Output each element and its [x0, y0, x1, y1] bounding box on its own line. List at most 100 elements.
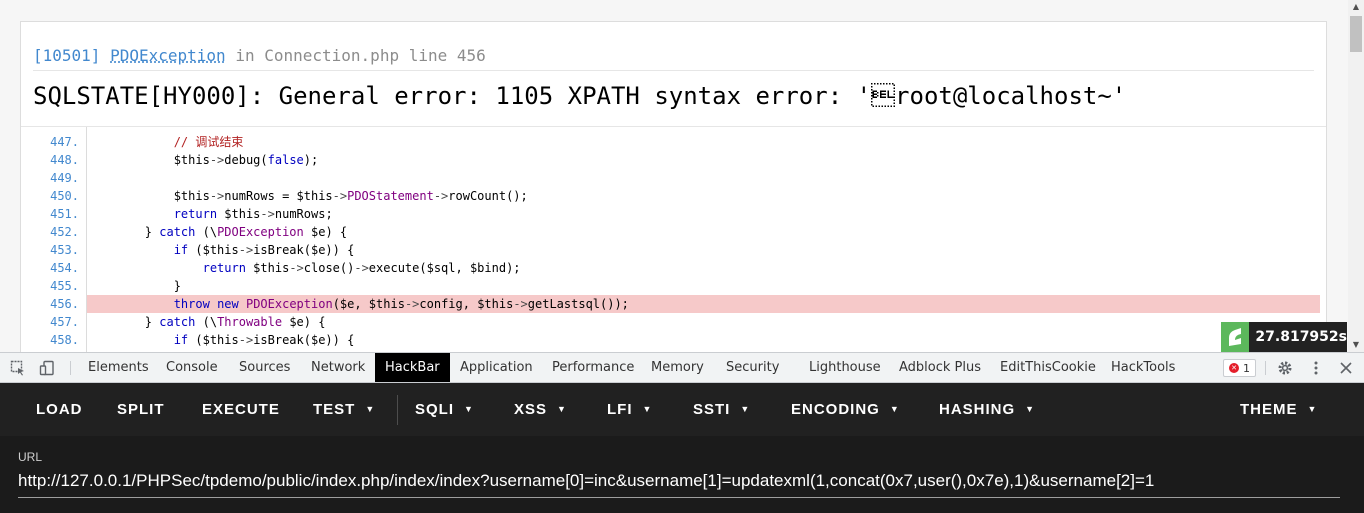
theme-menu-button[interactable]: THEME ▼ — [1240, 383, 1317, 436]
code-line: 452. } catch (\PDOException $e) { — [21, 223, 1326, 241]
gear-icon[interactable] — [1276, 360, 1294, 376]
highlighted-code-line: 456. throw new PDOException($e, $this->c… — [21, 295, 1326, 313]
tab-lighthouse[interactable]: Lighthouse — [809, 353, 881, 382]
sqli-menu-button[interactable]: SQLI ▼ — [415, 383, 474, 436]
error-icon: ✕ — [1229, 363, 1239, 373]
devtools-tab-bar: Elements Console Sources Network HackBar… — [0, 353, 1364, 383]
chevron-down-icon: ▼ — [1307, 404, 1318, 414]
code-line: 454. return $this->close()->execute($sql… — [21, 259, 1326, 277]
load-button[interactable]: LOAD — [36, 383, 83, 436]
code-text: if ($this->isBreak($e)) { — [173, 243, 355, 257]
line-number: 454. — [50, 261, 79, 275]
kebab-menu-icon[interactable] — [1307, 360, 1325, 376]
line-number: 458. — [50, 333, 79, 347]
encoding-menu-button[interactable]: ENCODING ▼ — [791, 383, 900, 436]
device-toolbar-icon[interactable] — [38, 360, 56, 376]
hackbar-panel: LOAD SPLIT EXECUTE TEST ▼ SQLI ▼ XSS ▼ LFI ▼… — [0, 383, 1364, 513]
code-text: return $this->close()->execute($sql, $bi… — [202, 261, 521, 275]
devtools-panel: Elements Console Sources Network HackBar… — [0, 352, 1364, 513]
source-code-block: 447. // 调试结束 448. $this->debug(false); 449… — [21, 126, 1326, 352]
load-button-label: LOAD — [36, 401, 83, 418]
tab-console[interactable]: Console — [166, 353, 218, 382]
tab-security[interactable]: Security — [726, 353, 779, 382]
xss-menu-button[interactable]: XSS ▼ — [514, 383, 567, 436]
exception-in-word: in — [235, 46, 255, 65]
line-number: 449. — [50, 171, 79, 185]
code-text: // 调试结束 — [87, 135, 244, 149]
code-text: } catch (\PDOException $e) { — [87, 225, 348, 239]
page-viewport: [10501] PDOException in Connection.php l… — [0, 0, 1348, 352]
code-text: } catch (\Throwable $e) { — [87, 315, 326, 329]
close-icon[interactable] — [1337, 360, 1355, 376]
exception-line: line 456 — [408, 46, 486, 65]
line-number: 452. — [50, 225, 79, 239]
lfi-menu-button[interactable]: LFI ▼ — [607, 383, 652, 436]
tab-performance[interactable]: Performance — [552, 353, 634, 382]
exception-class-link[interactable]: PDOException — [110, 46, 226, 65]
tab-memory[interactable]: Memory — [651, 353, 704, 382]
line-number: 457. — [50, 315, 79, 329]
line-number: 447. — [50, 135, 79, 149]
scroll-down-arrow-icon[interactable]: ▼ — [1348, 338, 1364, 352]
inspect-element-icon[interactable] — [9, 360, 27, 376]
exception-panel: [10501] PDOException in Connection.php l… — [20, 21, 1327, 352]
header-separator — [33, 70, 1314, 71]
code-text: throw new PDOException($e, $this->config… — [87, 295, 1320, 313]
code-text: return $this->numRows; — [173, 207, 333, 221]
hackbar-toolbar: LOAD SPLIT EXECUTE TEST ▼ SQLI ▼ XSS ▼ LFI ▼… — [0, 383, 1364, 436]
lfi-button-label: LFI — [607, 401, 633, 418]
execute-button-label: EXECUTE — [202, 401, 280, 418]
line-number: 455. — [50, 279, 79, 293]
hackbar-body: URL http://127.0.0.1/PHPSec/tpdemo/publi… — [0, 436, 1364, 513]
error-count-badge[interactable]: ✕ 1 — [1223, 359, 1256, 377]
code-text: $this->debug(false); — [87, 153, 319, 167]
xss-button-label: XSS — [514, 401, 548, 418]
line-number: 456. — [50, 297, 79, 311]
tab-elements[interactable]: Elements — [88, 353, 149, 382]
error-count: 1 — [1243, 361, 1250, 375]
split-button[interactable]: SPLIT — [117, 383, 165, 436]
exception-header: [10501] PDOException in Connection.php l… — [33, 46, 486, 65]
chevron-down-icon: ▼ — [1025, 404, 1036, 414]
url-label: URL — [18, 450, 43, 464]
split-button-label: SPLIT — [117, 401, 165, 418]
ssti-button-label: SSTI — [693, 401, 731, 418]
tab-editthiscookie[interactable]: EditThisCookie — [1000, 353, 1096, 382]
tab-network[interactable]: Network — [311, 353, 365, 382]
ssti-menu-button[interactable]: SSTI ▼ — [693, 383, 750, 436]
chevron-down-icon: ▼ — [365, 404, 376, 414]
tab-sources[interactable]: Sources — [239, 353, 290, 382]
tab-hacktools[interactable]: HackTools — [1111, 353, 1175, 382]
code-line: 457. } catch (\Throwable $e) { — [21, 313, 1326, 331]
toolbar-divider-right — [1265, 361, 1266, 375]
hackbar-divider — [397, 395, 398, 425]
test-menu-button[interactable]: TEST ▼ — [313, 383, 375, 436]
line-number: 450. — [50, 189, 79, 203]
page-scrollbar[interactable]: ▲ ▼ — [1348, 0, 1364, 352]
execute-button[interactable]: EXECUTE — [202, 383, 280, 436]
code-line: 458. if ($this->isBreak($e)) { — [21, 331, 1326, 349]
encoding-button-label: ENCODING — [791, 401, 880, 418]
line-number: 453. — [50, 243, 79, 257]
test-button-label: TEST — [313, 401, 356, 418]
timer-value: 27.817952s — [1255, 329, 1347, 345]
chevron-down-icon: ▼ — [740, 404, 751, 414]
tab-application[interactable]: Application — [460, 353, 533, 382]
trace-timer-badge[interactable]: 27.817952s — [1221, 322, 1347, 352]
tab-adblock-plus[interactable]: Adblock Plus — [899, 353, 981, 382]
code-line: 455. } — [21, 277, 1326, 295]
tab-hackbar[interactable]: HackBar — [375, 353, 450, 382]
chevron-down-icon: ▼ — [889, 404, 900, 414]
hashing-button-label: HASHING — [939, 401, 1016, 418]
chevron-down-icon: ▼ — [557, 404, 567, 414]
code-text: if ($this->isBreak($e)) { — [173, 333, 355, 347]
url-field[interactable]: http://127.0.0.1/PHPSec/tpdemo/public/in… — [18, 471, 1340, 498]
hashing-menu-button[interactable]: HASHING ▼ — [939, 383, 1035, 436]
chevron-down-icon: ▼ — [642, 404, 653, 414]
code-line: 448. $this->debug(false); — [21, 151, 1326, 169]
scroll-up-arrow-icon[interactable]: ▲ — [1348, 0, 1364, 14]
code-text: $this->numRows = $this->PDOStatement->ro… — [87, 189, 528, 203]
code-line: 450. $this->numRows = $this->PDOStatemen… — [21, 187, 1326, 205]
sqli-button-label: SQLI — [415, 401, 455, 418]
scrollbar-thumb[interactable] — [1350, 16, 1362, 52]
